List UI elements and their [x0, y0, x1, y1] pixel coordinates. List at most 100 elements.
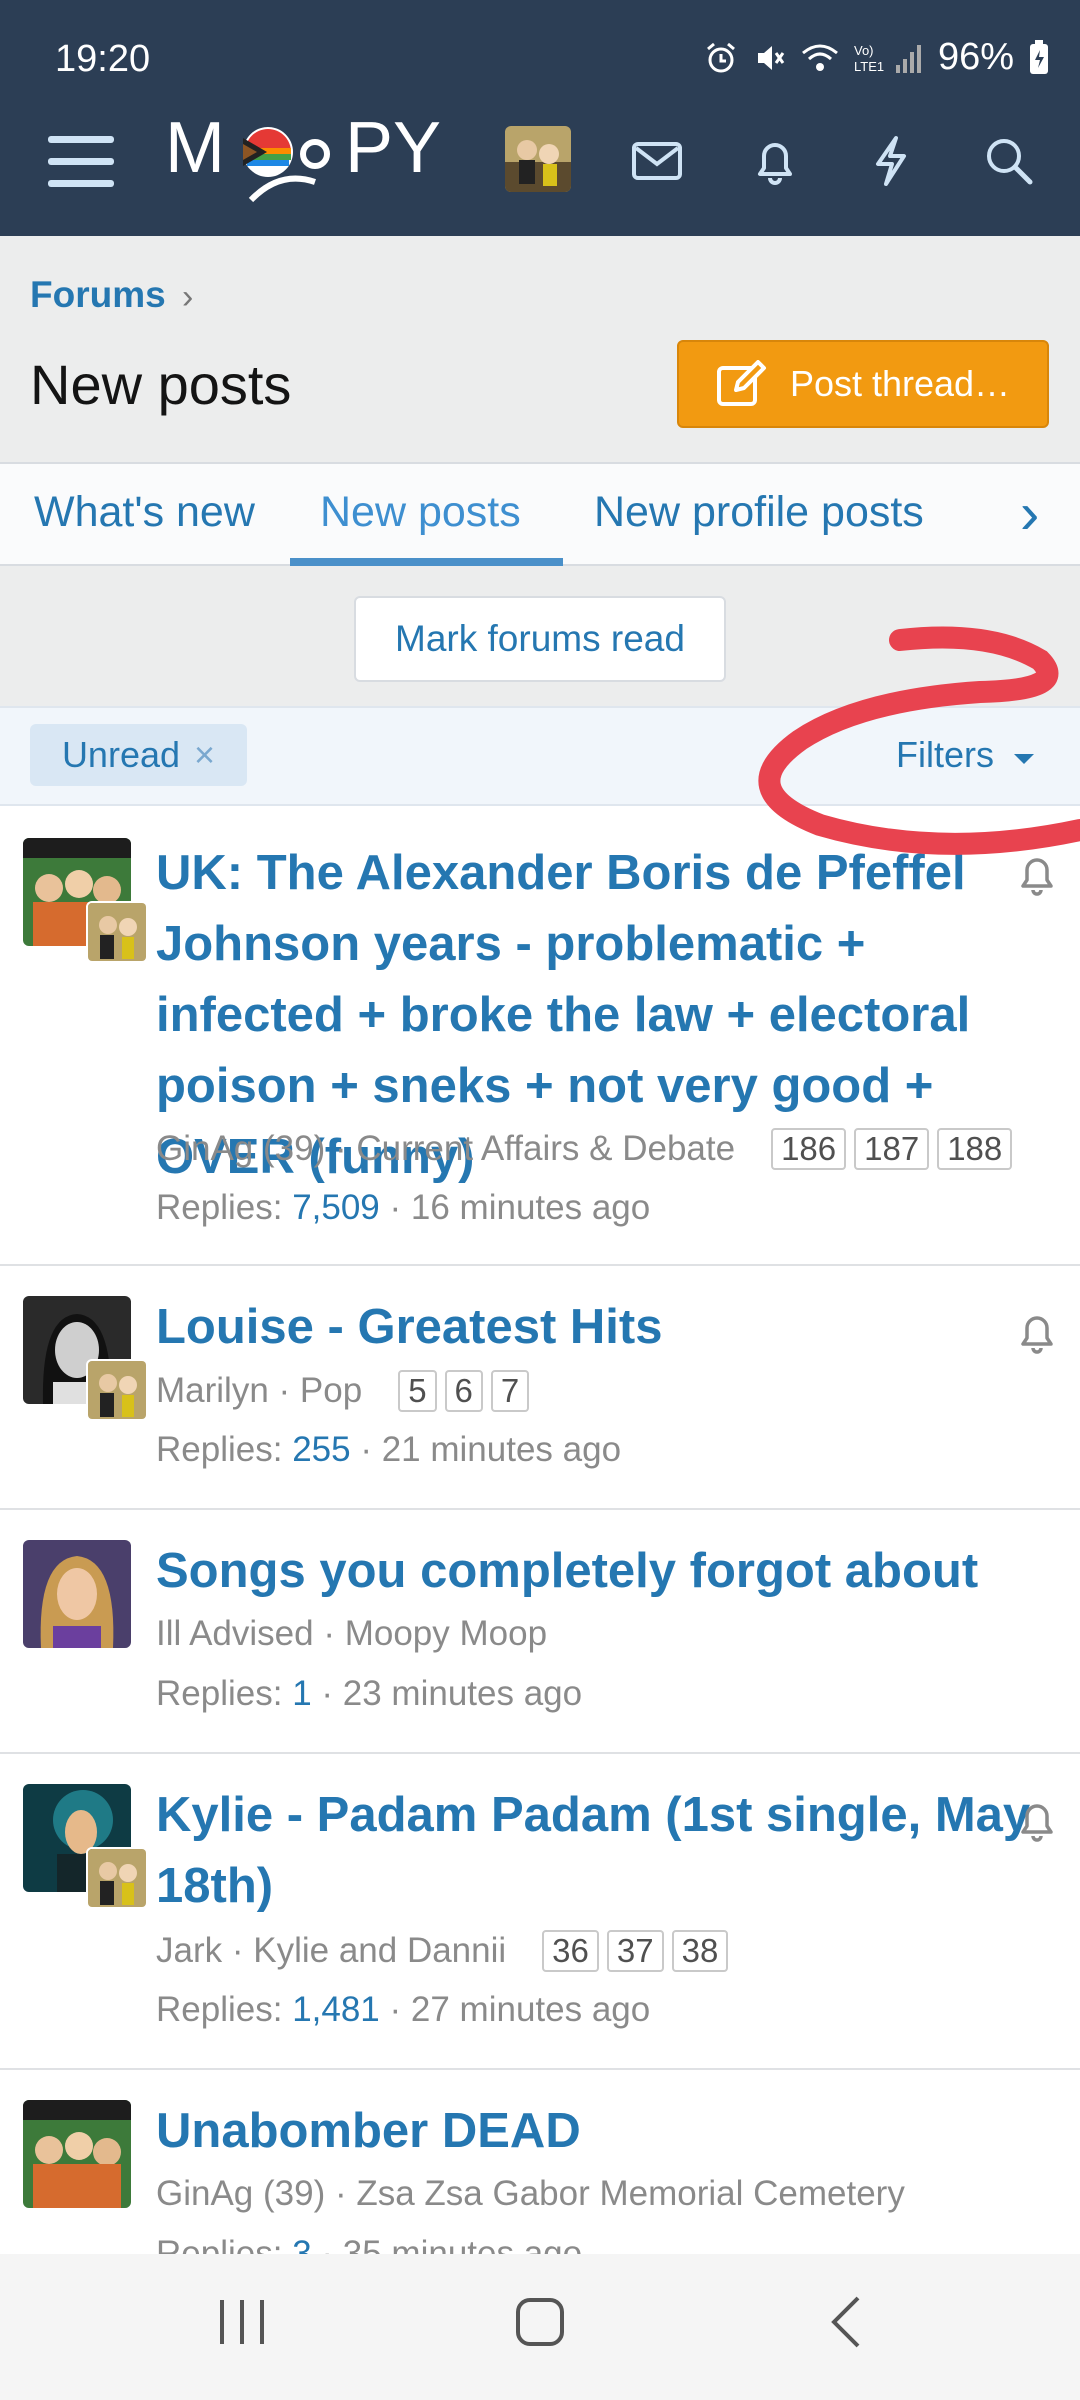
thread-author[interactable]: Marilyn [156, 1371, 269, 1411]
unread-filter-chip[interactable]: Unread × [30, 724, 247, 786]
meta-separator: · [222, 1931, 254, 1970]
page-link[interactable]: 37 [606, 1930, 664, 1972]
thread-meta: Jark · Kylie and Dannii 36 37 38 [156, 1930, 729, 1972]
author-avatar[interactable] [23, 2100, 131, 2208]
last-post-time[interactable]: 16 minutes ago [411, 1188, 650, 1227]
back-icon[interactable] [820, 2292, 876, 2352]
thread-forum[interactable]: Zsa Zsa Gabor Memorial Cemetery [356, 2174, 904, 2214]
page-link[interactable]: 5 [398, 1370, 437, 1412]
replies-label: Replies: [156, 1430, 283, 1469]
alarm-icon [706, 42, 735, 72]
thread-item[interactable]: Songs you completely forgot about Ill Ad… [0, 1510, 1080, 1754]
replies-label: Replies: [156, 1990, 283, 2029]
thread-author[interactable]: Ill Advised [156, 1614, 314, 1654]
thread-item[interactable]: Louise - Greatest Hits Marilyn · Pop 5 6… [0, 1266, 1080, 1510]
svg-text:M: M [165, 110, 225, 188]
page-title: New posts [30, 353, 292, 416]
last-post-time[interactable]: 21 minutes ago [382, 1430, 621, 1469]
system-nav-bar [0, 2254, 1080, 2400]
thread-author[interactable]: Jark [156, 1931, 222, 1971]
thread-item[interactable]: Unabomber DEAD GinAg (39) · Zsa Zsa Gabo… [0, 2070, 1080, 2273]
page-link[interactable]: 186 [771, 1128, 847, 1170]
thread-forum[interactable]: Current Affairs & Debate [356, 1129, 735, 1169]
mark-forums-read-button[interactable]: Mark forums read [354, 596, 726, 682]
replies-count[interactable]: 1 [292, 1674, 311, 1713]
post-thread-button[interactable]: Post thread… [677, 340, 1049, 428]
bell-icon[interactable] [1015, 1308, 1059, 1356]
battery-icon [1030, 39, 1048, 74]
bell-icon[interactable] [1015, 1796, 1059, 1844]
thread-forum[interactable]: Kylie and Dannii [253, 1931, 506, 1971]
page-link[interactable]: 38 [671, 1930, 729, 1972]
mail-icon[interactable] [630, 134, 684, 188]
thread-forum[interactable]: Pop [300, 1371, 362, 1411]
chevron-right-icon: › [182, 278, 194, 316]
last-post-time[interactable]: 27 minutes ago [411, 1990, 650, 2029]
thread-item[interactable]: UK: The Alexander Boris de Pfeffel Johns… [0, 806, 1080, 1266]
tab-whats-new[interactable]: What's new [34, 488, 255, 537]
breadcrumb-forums[interactable]: Forums [30, 274, 166, 316]
thread-stats: Replies: 7,509 · 16 minutes ago [156, 1188, 651, 1227]
meta-separator: · [325, 1129, 357, 1168]
replies-count[interactable]: 1,481 [292, 1990, 380, 2029]
thread-title[interactable]: Kylie - Padam Padam (1st single, May 18t… [156, 1780, 1040, 1922]
bell-icon[interactable] [1015, 850, 1059, 898]
page-header: Forums › New posts Post thread… [0, 236, 1080, 462]
thread-meta: GinAg (39) · Zsa Zsa Gabor Memorial Ceme… [156, 2174, 905, 2214]
page-link[interactable]: 187 [854, 1128, 930, 1170]
thread-stats: Replies: 1 · 23 minutes ago [156, 1674, 583, 1713]
meta-separator: · [325, 2174, 357, 2213]
menu-icon[interactable] [48, 134, 114, 190]
tab-new-posts[interactable]: New posts [320, 488, 521, 537]
page-link[interactable]: 188 [937, 1128, 1013, 1170]
replies-count[interactable]: 255 [292, 1430, 350, 1469]
volte-signal-icon: Vo) LTE1 [854, 43, 921, 74]
last-post-time[interactable]: 23 minutes ago [343, 1674, 582, 1713]
thread-title[interactable]: Louise - Greatest Hits [156, 1292, 1040, 1363]
tab-new-profile-posts[interactable]: New profile posts [594, 488, 924, 537]
app-header: 19:20 Vo) LTE1 96% M PY [0, 0, 1080, 236]
replies-label: Replies: [156, 1188, 283, 1227]
home-icon[interactable] [512, 2292, 568, 2352]
replies-count[interactable]: 7,509 [292, 1188, 380, 1227]
tab-bar: What's new New posts New profile posts › [0, 462, 1080, 566]
thread-stats: Replies: 255 · 21 minutes ago [156, 1430, 622, 1469]
thread-title[interactable]: Songs you completely forgot about [156, 1536, 1040, 1607]
thread-meta: Marilyn · Pop 5 6 7 [156, 1370, 530, 1412]
chevron-right-icon[interactable]: › [1020, 480, 1039, 547]
thread-title[interactable]: Unabomber DEAD [156, 2096, 1040, 2167]
lightning-icon[interactable] [864, 134, 918, 188]
status-time: 19:20 [55, 38, 151, 80]
moopy-logo[interactable]: M PY [165, 110, 475, 210]
thread-meta: Ill Advised · Moopy Moop [156, 1614, 547, 1654]
page-link[interactable]: 36 [542, 1930, 599, 1972]
last-poster-avatar[interactable] [86, 1847, 148, 1909]
thread-meta: GinAg (39) · Current Affairs & Debate 18… [156, 1128, 1013, 1170]
replies-label: Replies: [156, 1674, 283, 1713]
last-poster-avatar[interactable] [86, 1359, 148, 1421]
nav-row: M PY [0, 110, 1080, 210]
thread-author[interactable]: GinAg (39) [156, 2174, 325, 2214]
page-link[interactable]: 6 [444, 1370, 483, 1412]
mark-read-bar: Mark forums read [0, 566, 1080, 706]
wifi-icon [801, 44, 838, 71]
thread-forum[interactable]: Moopy Moop [345, 1614, 547, 1654]
battery-percent: 96% [937, 36, 1014, 78]
close-icon[interactable]: × [194, 734, 215, 776]
filters-dropdown[interactable]: Filters [896, 734, 1036, 776]
status-icons: Vo) LTE1 96% [704, 36, 1050, 79]
author-avatar[interactable] [23, 1540, 131, 1648]
last-poster-avatar[interactable] [86, 901, 148, 963]
svg-text:LTE1: LTE1 [854, 59, 884, 74]
site-avatar[interactable] [505, 126, 571, 192]
bell-icon[interactable] [748, 134, 802, 188]
search-icon[interactable] [982, 134, 1036, 188]
page-jumps: 186 187 188 [771, 1128, 1013, 1170]
recent-apps-icon[interactable] [214, 2292, 270, 2352]
meta-separator: · [268, 1371, 300, 1410]
thread-stats: Replies: 1,481 · 27 minutes ago [156, 1990, 651, 2029]
page-link[interactable]: 7 [490, 1370, 530, 1412]
thread-item[interactable]: Kylie - Padam Padam (1st single, May 18t… [0, 1754, 1080, 2070]
page-jumps: 36 37 38 [542, 1930, 729, 1972]
thread-author[interactable]: GinAg (39) [156, 1129, 325, 1169]
